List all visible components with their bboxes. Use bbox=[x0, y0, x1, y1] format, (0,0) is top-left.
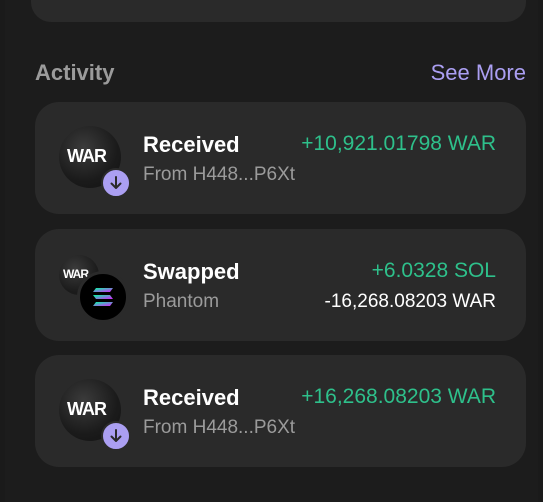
activity-detail: From H448...P6Xt bbox=[143, 164, 296, 185]
solana-icon bbox=[77, 271, 129, 323]
activity-amount: +6.0328 SOL bbox=[371, 259, 496, 282]
arrow-down-icon bbox=[101, 168, 131, 198]
activity-detail: Phantom bbox=[143, 291, 220, 312]
activity-type: Received bbox=[143, 385, 240, 410]
token-avatar-text: WAR bbox=[67, 146, 107, 166]
activity-amount: +16,268.08203 WAR bbox=[301, 385, 496, 408]
activity-amount: +10,921.01798 WAR bbox=[301, 132, 496, 155]
activity-item-received-1[interactable]: WAR Received From H448...P6Xt +10,921.01… bbox=[35, 102, 526, 214]
activity-item-received-2[interactable]: WAR Received From H448...P6Xt +16,268.08… bbox=[35, 355, 526, 467]
wallet-panel: Activity See More WAR Received From H448… bbox=[5, 0, 538, 502]
activity-item-swapped[interactable]: WAR Swapped Phantom +6.0328 SOL -16,268.… bbox=[35, 229, 526, 341]
activity-type: Swapped bbox=[143, 259, 240, 284]
activity-detail: From H448...P6Xt bbox=[143, 417, 296, 438]
previous-card[interactable] bbox=[31, 0, 526, 22]
arrow-down-icon bbox=[101, 421, 131, 451]
activity-amount-secondary: -16,268.08203 WAR bbox=[324, 291, 496, 312]
activity-type: Received bbox=[143, 132, 240, 157]
activity-title: Activity bbox=[35, 60, 115, 85]
see-more-link[interactable]: See More bbox=[431, 60, 526, 86]
token-avatar-text: WAR bbox=[67, 399, 107, 419]
activity-header: Activity See More bbox=[35, 60, 526, 90]
